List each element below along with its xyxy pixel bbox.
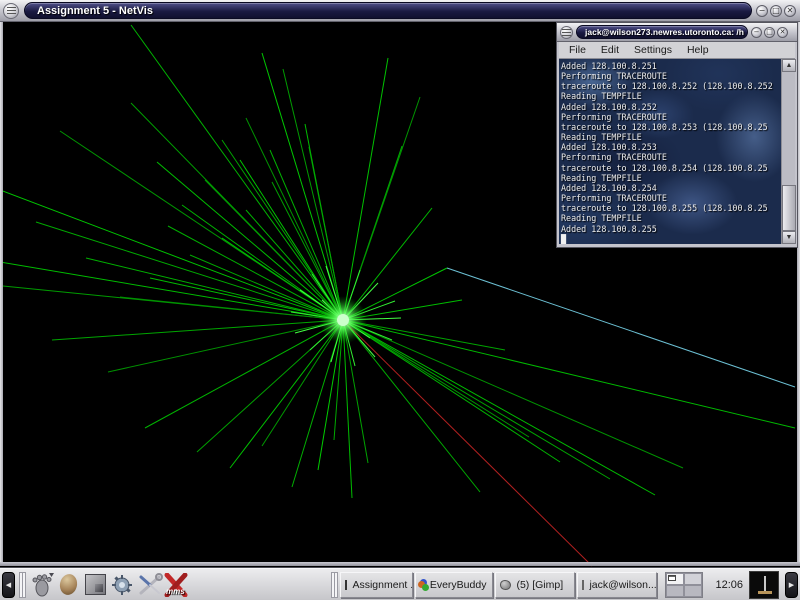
- terminal-output-line: Performing TRACEROUTE: [561, 112, 781, 122]
- maximize-button[interactable]: □: [770, 5, 782, 17]
- main-window-title: Assignment 5 - NetVis: [24, 2, 752, 19]
- window-menu-icon: [562, 29, 571, 36]
- terminal-output-line: Added 128.100.8.251: [561, 61, 781, 71]
- terminal-close-button[interactable]: ✕: [777, 27, 788, 38]
- terminal-cursor: █: [561, 234, 566, 244]
- minimize-button[interactable]: −: [756, 5, 768, 17]
- lamp-applet: [749, 571, 779, 599]
- crossed-tools-icon: [137, 572, 163, 598]
- main-window-titlebar: Assignment 5 - NetVis − □ ✕: [0, 0, 800, 22]
- lamp-base-icon: [758, 591, 772, 594]
- main-window-controls: − □ ✕: [756, 5, 796, 17]
- terminal-output-line: Reading TEMPFILE: [561, 213, 781, 223]
- scroll-down-icon[interactable]: ▼: [782, 231, 796, 244]
- pager-mini-window: [668, 575, 676, 581]
- egg-icon: [58, 572, 79, 596]
- task-button-gimp[interactable]: (5) [Gimp]: [495, 572, 575, 598]
- menu-help[interactable]: Help: [687, 44, 709, 56]
- task-label: Assignment ...: [352, 579, 413, 591]
- panel-hide-left-button[interactable]: ◀: [2, 572, 15, 598]
- menu-settings[interactable]: Settings: [634, 44, 672, 56]
- terminal-title: jack@wilson273.newres.utoronto.ca: /h: [576, 25, 748, 39]
- launcher-control-center[interactable]: [109, 571, 136, 599]
- terminal-titlebar: jack@wilson273.newres.utoronto.ca: /h − …: [557, 23, 797, 42]
- pager-workspace-2[interactable]: [684, 573, 702, 585]
- main-window-title-text: Assignment 5 - NetVis: [37, 5, 153, 17]
- panel-hide-right-button[interactable]: ▶: [785, 572, 798, 598]
- terminal-output-line: Performing TRACEROUTE: [561, 152, 781, 162]
- gray-box-icon: [85, 574, 106, 595]
- terminal-output[interactable]: Added 128.100.8.251Performing TRACEROUTE…: [559, 59, 781, 244]
- starburst-core: [337, 314, 349, 326]
- task-button-netvis[interactable]: Assignment ...: [340, 572, 413, 598]
- terminal-output-line: Added 128.100.8.255: [561, 224, 781, 234]
- terminal-controls: − □ ✕: [751, 27, 788, 38]
- terminal-output-line: Reading TEMPFILE: [561, 132, 781, 142]
- launcher-toolbox[interactable]: [136, 571, 163, 599]
- terminal-scrollbar[interactable]: ▲ ▼: [781, 59, 795, 244]
- panel-handle[interactable]: [19, 572, 26, 598]
- terminal-output-line: Performing TRACEROUTE: [561, 71, 781, 81]
- xmms-label: mms: [166, 587, 185, 596]
- gnome-panel: ◀: [0, 568, 800, 600]
- launcher-xmms[interactable]: mms: [163, 573, 189, 597]
- main-window-border-left: [0, 22, 3, 565]
- pager-workspace-3[interactable]: [666, 585, 684, 597]
- task-label: (5) [Gimp]: [516, 579, 563, 591]
- terminal-output-line: Performing TRACEROUTE: [561, 193, 781, 203]
- foot-gear-icon: [110, 572, 136, 598]
- main-window-border-bottom: [0, 562, 800, 566]
- launcher-egg[interactable]: [55, 571, 82, 599]
- task-label: jack@wilson...: [589, 579, 656, 591]
- tasklist-handle[interactable]: [331, 572, 338, 598]
- terminal-output-line: traceroute to 128.100.8.255 (128.100.8.2…: [561, 203, 781, 213]
- window-menu-icon: [7, 7, 16, 14]
- everybuddy-icon: [420, 579, 424, 591]
- pager-workspace-4[interactable]: [684, 585, 702, 597]
- clock-applet: 12:06: [715, 579, 743, 591]
- window-icon: [345, 580, 347, 590]
- terminal-icon: [582, 580, 584, 590]
- scrollbar-thumb[interactable]: [782, 185, 796, 231]
- terminal-minimize-button[interactable]: −: [751, 27, 762, 38]
- terminal-cursor-line: █: [561, 234, 781, 244]
- terminal-output-line: Added 128.100.8.254: [561, 183, 781, 193]
- lamp-pole-icon: [764, 576, 766, 592]
- terminal-output-line: Reading TEMPFILE: [561, 173, 781, 183]
- close-button[interactable]: ✕: [784, 5, 796, 17]
- terminal-title-text: jack@wilson273.newres.utoronto.ca: /h: [585, 27, 744, 37]
- gnome-foot-icon: [29, 572, 55, 598]
- menu-file[interactable]: File: [569, 44, 586, 56]
- scroll-up-icon[interactable]: ▲: [782, 59, 796, 72]
- terminal-menubar: File Edit Settings Help: [559, 42, 795, 59]
- terminal-output-line: Added 128.100.8.252: [561, 102, 781, 112]
- terminal-output-line: traceroute to 128.100.8.252 (128.100.8.2…: [561, 81, 781, 91]
- pager-workspace-1[interactable]: [666, 573, 684, 585]
- gimp-icon: [500, 580, 511, 590]
- desktop-pager[interactable]: [665, 572, 703, 598]
- task-button-everybuddy[interactable]: EveryBuddy: [415, 572, 493, 598]
- task-button-terminal[interactable]: jack@wilson...: [577, 572, 657, 598]
- main-menu-launcher[interactable]: [28, 571, 55, 599]
- terminal-window-menu-button[interactable]: [560, 26, 573, 39]
- terminal-output-line: Added 128.100.8.253: [561, 142, 781, 152]
- menu-edit[interactable]: Edit: [601, 44, 619, 56]
- launcher-filebox[interactable]: [82, 571, 109, 599]
- terminal-output-line: Reading TEMPFILE: [561, 91, 781, 101]
- terminal-maximize-button[interactable]: □: [764, 27, 775, 38]
- terminal-window: jack@wilson273.newres.utoronto.ca: /h − …: [556, 22, 798, 248]
- task-label: EveryBuddy: [430, 579, 487, 591]
- terminal-output-line: traceroute to 128.100.8.254 (128.100.8.2…: [561, 163, 781, 173]
- terminal-body: Added 128.100.8.251Performing TRACEROUTE…: [559, 59, 795, 244]
- window-menu-button[interactable]: [3, 3, 19, 19]
- terminal-output-line: traceroute to 128.100.8.253 (128.100.8.2…: [561, 122, 781, 132]
